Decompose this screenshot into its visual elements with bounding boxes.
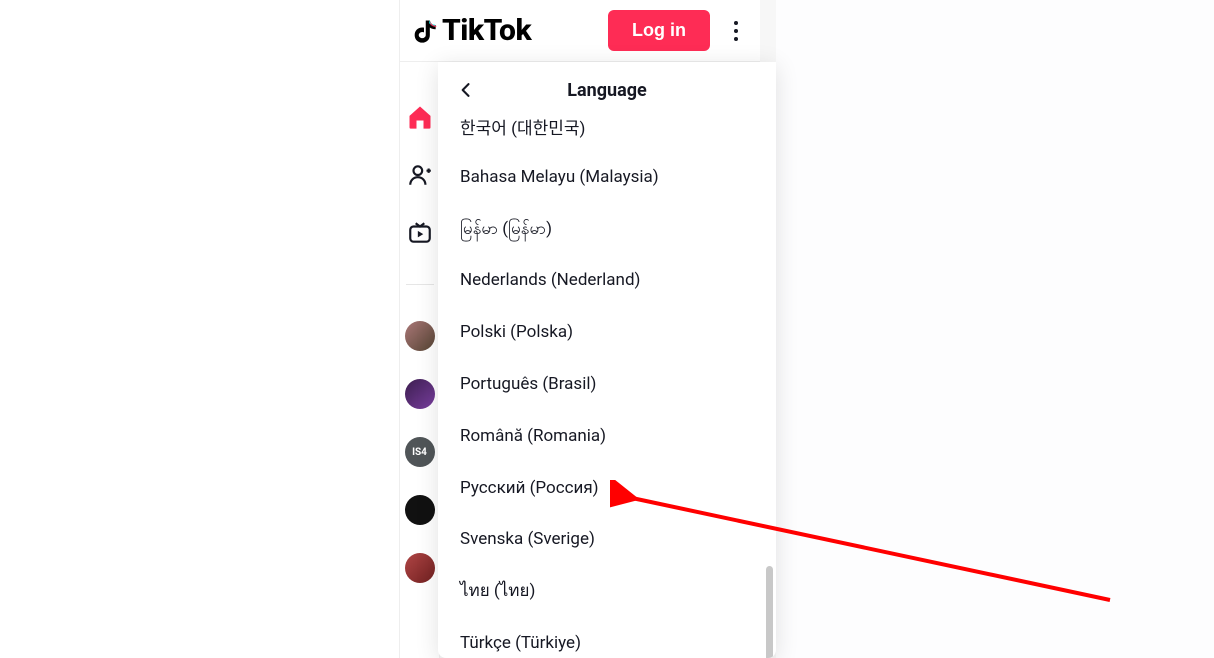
brand-text: TikTok <box>442 13 531 48</box>
left-blank-area <box>0 0 400 658</box>
language-option[interactable]: Русский (Россия) <box>438 463 776 515</box>
home-icon[interactable] <box>405 102 435 132</box>
live-icon[interactable] <box>405 218 435 248</box>
following-icon[interactable] <box>405 160 435 190</box>
language-dropdown: Language 한국어 (대한민국) Bahasa Melayu (Malay… <box>438 62 776 658</box>
language-option[interactable]: Svenska (Sverige) <box>438 514 776 566</box>
language-list[interactable]: 한국어 (대한민국) Bahasa Melayu (Malaysia) မြန်… <box>438 118 776 658</box>
chevron-left-icon <box>456 80 476 100</box>
tiktok-note-icon <box>410 15 438 47</box>
language-option[interactable]: Nederlands (Nederland) <box>438 255 776 307</box>
scrollbar-thumb[interactable] <box>766 566 773 658</box>
dropdown-header: Language <box>438 62 776 118</box>
avatar[interactable] <box>405 321 435 351</box>
more-options-button[interactable] <box>722 13 750 49</box>
left-nav-rail: IS4 <box>400 62 440 658</box>
language-option[interactable]: Português (Brasil) <box>438 359 776 411</box>
nav-divider <box>406 284 434 285</box>
dropdown-title: Language <box>454 80 760 101</box>
avatar[interactable] <box>405 553 435 583</box>
language-option[interactable]: ไทย (ไทย) <box>438 566 776 618</box>
login-button[interactable]: Log in <box>608 10 710 51</box>
right-blank-area <box>776 0 1214 658</box>
avatar[interactable]: IS4 <box>405 437 435 467</box>
language-option[interactable]: မြန်မာ (မြန်မာ) <box>438 204 776 256</box>
app-header: TikTok Log in <box>400 0 760 62</box>
language-option[interactable]: 한국어 (대한민국) <box>438 118 776 152</box>
language-option[interactable]: Türkçe (Türkiye) <box>438 618 776 658</box>
avatar[interactable] <box>405 379 435 409</box>
avatar[interactable] <box>405 495 435 525</box>
language-option[interactable]: Română (Romania) <box>438 411 776 463</box>
back-button[interactable] <box>454 78 478 102</box>
tiktok-logo[interactable]: TikTok <box>410 13 596 48</box>
language-option[interactable]: Bahasa Melayu (Malaysia) <box>438 152 776 204</box>
language-option[interactable]: Polski (Polska) <box>438 307 776 359</box>
